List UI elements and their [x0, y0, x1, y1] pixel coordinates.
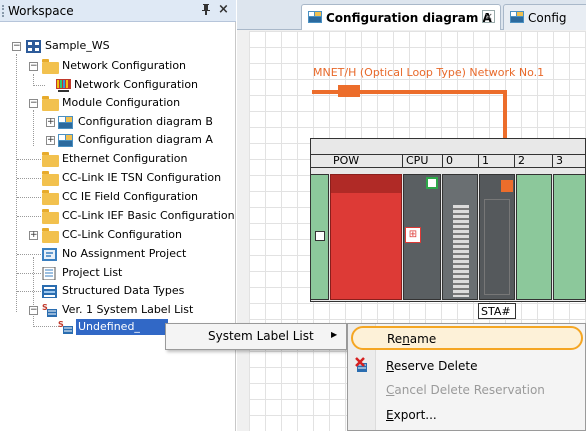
base-left-end [310, 174, 329, 300]
tree-item-no-assignment-project[interactable]: No Assignment Project [0, 246, 236, 263]
menu-item-reserve-delete[interactable]: Reserve Delete [386, 359, 478, 373]
pin-icon[interactable] [200, 3, 212, 19]
tree-label: CC-Link IEF Basic Configuration [62, 209, 235, 222]
network-config-icon [56, 79, 71, 92]
io-module-0[interactable] [442, 174, 478, 300]
tree-label: Ver. 1 System Label List [62, 303, 194, 316]
tree-item-cc-link-configuration[interactable]: + CC-Link Configuration [0, 227, 236, 244]
close-icon[interactable]: × [218, 2, 229, 17]
workspace-panel: Workspace × − Sample_WS − Network Config… [0, 0, 236, 431]
tree-item-cc-link-ief-basic[interactable]: CC-Link IEF Basic Configuration [0, 208, 236, 225]
system-label-icon: S [42, 303, 57, 317]
list-icon [42, 266, 57, 281]
cpu-error-icon: ⊞ [405, 227, 421, 243]
workspace-icon [26, 40, 41, 53]
folder-icon [42, 228, 59, 243]
submenu: Rename Reserve Delete Cancel Delete Rese… [347, 323, 586, 431]
tree-label: Project List [62, 266, 123, 279]
config-diagram-icon [510, 11, 524, 23]
project-icon [42, 248, 57, 261]
tree-label: Network Configuration [62, 59, 187, 72]
menu-item-export[interactable]: Export... [386, 408, 437, 422]
workspace-title: Workspace [8, 4, 74, 18]
slot-dividers [310, 154, 586, 168]
config-diagram-icon [58, 134, 73, 147]
tree-label: CC-Link Configuration [62, 228, 182, 241]
tree-label: CC IE Field Configuration [62, 190, 199, 203]
tree-label: No Assignment Project [62, 247, 187, 260]
tree-item-configuration-diagram-a[interactable]: + Configuration diagram A [0, 132, 236, 149]
tree-item-network-configuration[interactable]: − Network Configuration [0, 58, 236, 75]
network-port-icon [501, 180, 513, 192]
tree-item-ethernet-configuration[interactable]: Ethernet Configuration [0, 151, 236, 168]
folder-icon [42, 59, 59, 74]
tree-item-configuration-diagram-b[interactable]: + Configuration diagram B [0, 114, 236, 131]
tree-item-project-list[interactable]: Project List [0, 265, 236, 282]
tab-label: Config [528, 11, 567, 25]
workspace-header: Workspace × [0, 0, 236, 22]
tree-item-system-label-list[interactable]: − S Ver. 1 System Label List [0, 302, 236, 319]
config-diagram-icon [308, 11, 322, 23]
data-types-icon [42, 285, 57, 298]
collapse-icon[interactable]: − [29, 62, 38, 71]
tree-label: CC-Link IE TSN Configuration [62, 171, 222, 184]
expand-icon[interactable]: + [46, 136, 55, 145]
network-module-1[interactable] [479, 174, 515, 300]
power-module[interactable] [330, 174, 402, 300]
empty-slot-3[interactable] [553, 174, 586, 300]
config-diagram-icon [58, 116, 73, 129]
tab-close-icon[interactable]: × [482, 10, 495, 23]
tree-item-cc-ie-field[interactable]: CC IE Field Configuration [0, 189, 236, 206]
tab-bar: Configuration diagram A × Config [237, 0, 586, 30]
collapse-icon[interactable]: − [29, 306, 38, 315]
tree-item-structured-data-types[interactable]: Structured Data Types [0, 283, 236, 300]
menu-item-system-label-list[interactable]: System Label List [208, 329, 314, 343]
cpu-module[interactable]: ⊞ [403, 174, 441, 300]
tree-label: Network Configuration [74, 78, 199, 91]
folder-icon [42, 209, 59, 224]
tab-configuration-diagram-a[interactable]: Configuration diagram A × [301, 4, 501, 30]
station-label: STA# [478, 303, 516, 319]
folder-icon [42, 190, 59, 205]
empty-slot-2[interactable] [516, 174, 552, 300]
system-label-icon: S [58, 320, 73, 334]
tree-label: Ethernet Configuration [62, 152, 188, 165]
tree-label: Configuration diagram A [78, 133, 213, 146]
cpu-status-icon [426, 177, 438, 189]
expand-icon[interactable]: + [29, 231, 38, 240]
tree-label: Module Configuration [62, 96, 181, 109]
tree-item-network-configuration-child[interactable]: Network Configuration [0, 77, 236, 94]
tab-label: Configuration diagram A [326, 11, 492, 25]
menu-item-label: Rename [387, 332, 437, 346]
reserve-delete-icon [355, 357, 371, 373]
tab-configuration-diagram-b[interactable]: Config [503, 4, 586, 30]
submenu-arrow-icon: ▶ [331, 330, 338, 339]
menu-item-cancel-delete-reservation[interactable]: Cancel Delete Reservation [386, 383, 545, 397]
folder-icon [42, 96, 59, 111]
collapse-icon[interactable]: − [12, 42, 21, 51]
tree-item-module-configuration[interactable]: − Module Configuration [0, 95, 236, 112]
context-menu: System Label List ▶ [165, 323, 347, 350]
expand-icon[interactable]: + [46, 118, 55, 127]
tree-label: Sample_WS [45, 39, 110, 52]
folder-icon [42, 171, 59, 186]
tree-label: Structured Data Types [62, 284, 185, 297]
folder-icon [42, 152, 59, 167]
collapse-icon[interactable]: − [29, 99, 38, 108]
menu-item-rename[interactable]: Rename [351, 326, 583, 350]
tree-label: Configuration diagram B [78, 115, 213, 128]
tree-item-root[interactable]: − Sample_WS [0, 38, 236, 55]
tree-label: Undefined_ [78, 320, 140, 333]
tree-item-cc-link-ie-tsn[interactable]: CC-Link IE TSN Configuration [0, 170, 236, 187]
grip-icon[interactable] [2, 5, 4, 17]
